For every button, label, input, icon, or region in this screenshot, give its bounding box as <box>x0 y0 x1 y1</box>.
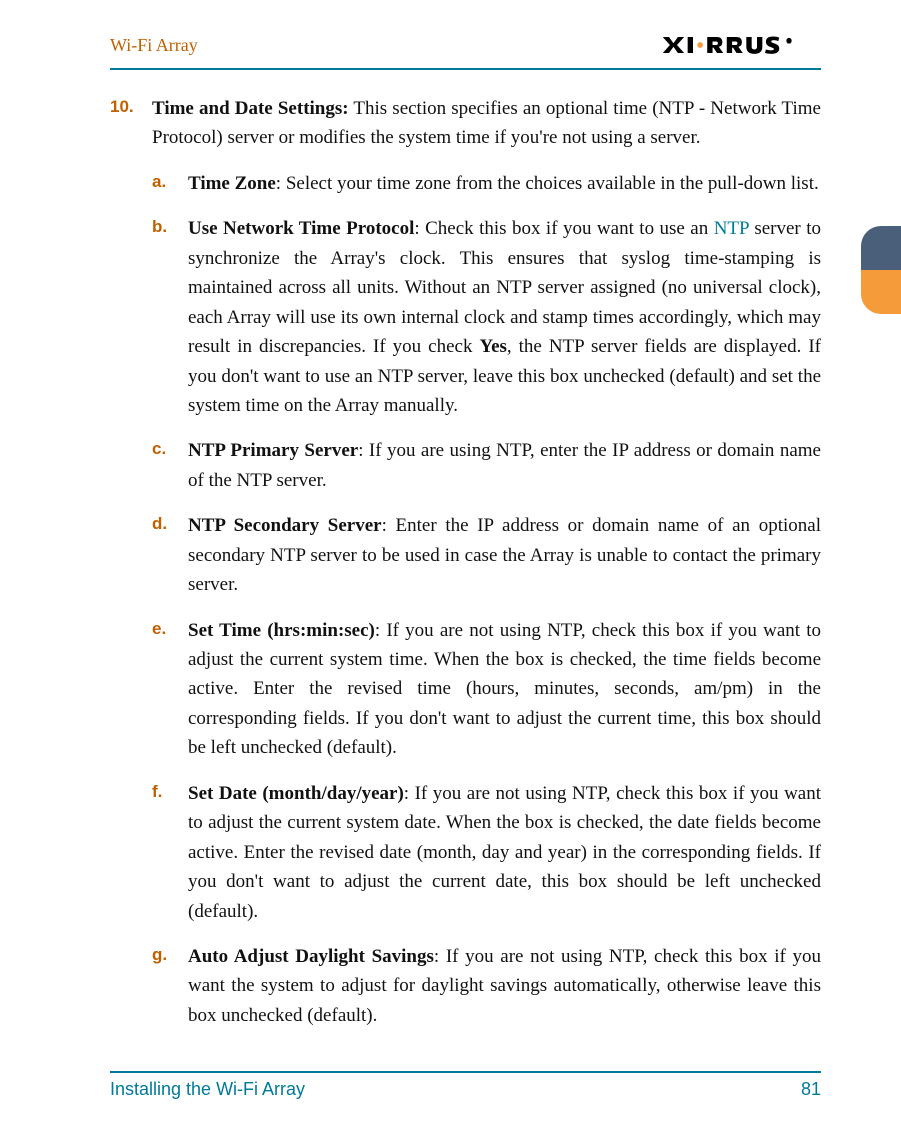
sub-letter: a. <box>152 169 188 198</box>
sub-letter: b. <box>152 214 188 420</box>
step-10: 10. Time and Date Settings: This section… <box>110 94 821 153</box>
sub-item-e: e. Set Time (hrs:min:sec): If you are no… <box>152 616 821 763</box>
sub-title: Use Network Time Protocol <box>188 218 414 239</box>
sub-body: Set Time (hrs:min:sec): If you are not u… <box>188 616 821 763</box>
sub-list: a. Time Zone: Select your time zone from… <box>110 169 821 1030</box>
side-tab <box>861 226 901 314</box>
page-footer: Installing the Wi-Fi Array 81 <box>110 1071 821 1100</box>
step-text: Time and Date Settings: This section spe… <box>152 94 821 153</box>
page-header: Wi-Fi Array ® <box>110 28 821 70</box>
sub-body: Use Network Time Protocol: Check this bo… <box>188 214 821 420</box>
step-number: 10. <box>110 94 152 153</box>
sub-body: Set Date (month/day/year): If you are no… <box>188 779 821 926</box>
xirrus-logo-icon: ® <box>661 34 821 56</box>
ntp-link[interactable]: NTP <box>714 218 749 239</box>
sub-title: NTP Primary Server <box>188 440 358 461</box>
sub-body: Time Zone: Select your time zone from th… <box>188 169 821 198</box>
sub-item-b: b. Use Network Time Protocol: Check this… <box>152 214 821 420</box>
sub-title: NTP Secondary Server <box>188 515 382 536</box>
page-body: 10. Time and Date Settings: This section… <box>110 94 821 1030</box>
brand-logo: ® <box>661 34 821 56</box>
sub-item-c: c. NTP Primary Server: If you are using … <box>152 436 821 495</box>
sub-item-f: f. Set Date (month/day/year): If you are… <box>152 779 821 926</box>
side-tab-bottom-icon <box>861 270 901 314</box>
sub-body: Auto Adjust Daylight Savings: If you are… <box>188 942 821 1030</box>
sub-letter: f. <box>152 779 188 926</box>
sub-letter: g. <box>152 942 188 1030</box>
sub-yes: Yes <box>479 336 506 357</box>
sub-letter: c. <box>152 436 188 495</box>
sub-title: Auto Adjust Daylight Savings <box>188 946 434 967</box>
sub-letter: e. <box>152 616 188 763</box>
step-title: Time and Date Settings: <box>152 98 349 119</box>
sub-item-g: g. Auto Adjust Daylight Savings: If you … <box>152 942 821 1030</box>
svg-text:®: ® <box>786 38 792 46</box>
sub-title: Set Date (month/day/year) <box>188 783 404 804</box>
sub-item-a: a. Time Zone: Select your time zone from… <box>152 169 821 198</box>
sub-title: Time Zone <box>188 173 276 194</box>
sub-body: NTP Primary Server: If you are using NTP… <box>188 436 821 495</box>
sub-item-d: d. NTP Secondary Server: Enter the IP ad… <box>152 511 821 599</box>
sub-text: : Select your time zone from the choices… <box>276 173 819 194</box>
sub-pre: : Check this box if you want to use an <box>414 218 713 239</box>
side-tab-top-icon <box>861 226 901 270</box>
footer-section: Installing the Wi-Fi Array <box>110 1079 305 1100</box>
footer-page-number: 81 <box>801 1079 821 1100</box>
sub-body: NTP Secondary Server: Enter the IP addre… <box>188 511 821 599</box>
sub-title: Set Time (hrs:min:sec) <box>188 620 375 641</box>
header-title: Wi-Fi Array <box>110 35 198 56</box>
sub-letter: d. <box>152 511 188 599</box>
page-container: Wi-Fi Array ® <box>0 0 901 1136</box>
